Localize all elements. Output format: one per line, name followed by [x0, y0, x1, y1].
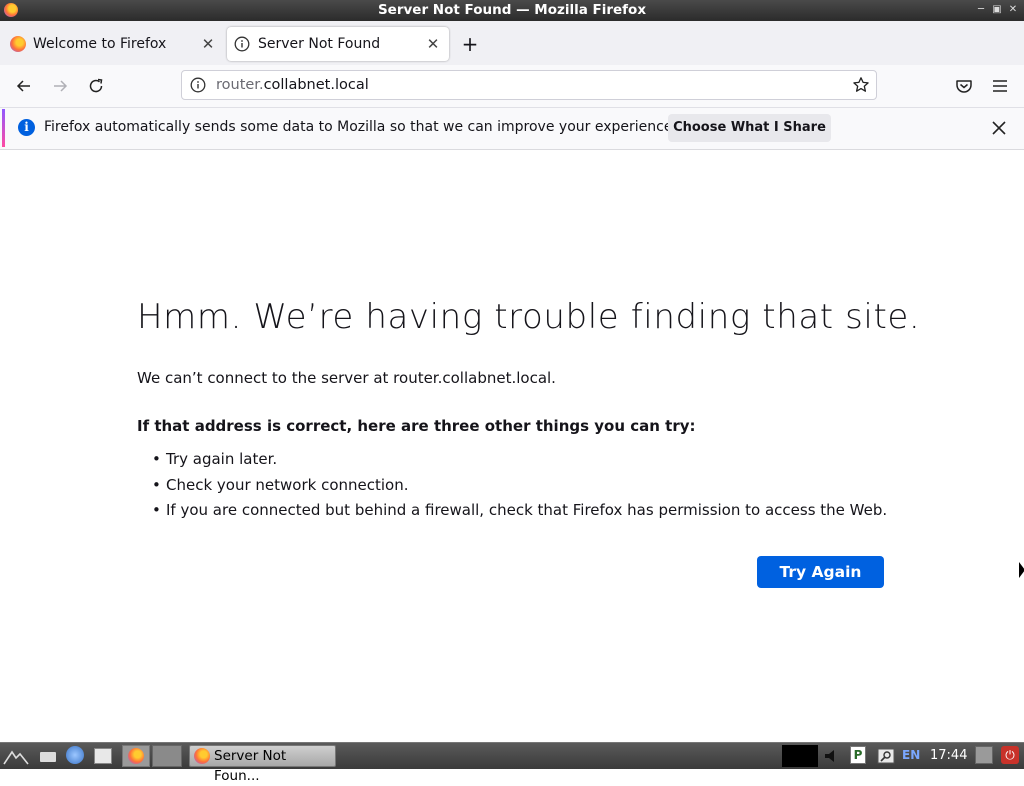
- list-item: If you are connected but behind a firewa…: [152, 498, 887, 524]
- user-session-icon[interactable]: [975, 746, 993, 764]
- url-domain: collabnet.local: [263, 77, 369, 93]
- site-info-icon[interactable]: [190, 77, 206, 93]
- forward-arrow-icon[interactable]: [49, 75, 71, 97]
- clock[interactable]: 17:44: [930, 743, 967, 768]
- error-suggestions-heading: If that address is correct, here are thr…: [137, 417, 696, 435]
- data-collection-notification: i Firefox automatically sends some data …: [0, 108, 1024, 150]
- browser-launcher-icon[interactable]: [66, 746, 84, 764]
- keyboard-layout-indicator[interactable]: EN: [902, 743, 920, 768]
- tab-label: Server Not Found: [258, 36, 381, 52]
- power-icon[interactable]: ⏻: [1001, 746, 1019, 764]
- menu-icon[interactable]: [989, 75, 1011, 97]
- tab-server-not-found[interactable]: Server Not Found ✕: [227, 27, 449, 61]
- close-notification-icon[interactable]: [990, 119, 1008, 137]
- page-content: Hmm. We’re having trouble finding that s…: [0, 150, 1024, 742]
- reload-icon[interactable]: [85, 75, 107, 97]
- info-icon: i: [18, 119, 35, 136]
- firefox-launcher-icon[interactable]: [122, 745, 150, 767]
- taskbar-window-button[interactable]: Server Not Foun...: [189, 745, 336, 784]
- system-monitor-graph: [782, 745, 818, 767]
- list-item: Try again later.: [152, 447, 887, 473]
- list-item: Check your network connection.: [152, 473, 887, 499]
- clipboard-icon[interactable]: P: [850, 746, 866, 764]
- navigation-toolbar: router.collabnet.local: [0, 65, 1024, 108]
- notification-accent: [2, 109, 5, 147]
- tab-welcome[interactable]: Welcome to Firefox ✕: [2, 27, 224, 61]
- show-desktop-icon[interactable]: [94, 748, 112, 764]
- try-again-button[interactable]: Try Again: [757, 556, 884, 588]
- window-title: Server Not Found — Mozilla Firefox: [377, 2, 647, 18]
- close-tab-icon[interactable]: ✕: [425, 27, 441, 61]
- bookmark-star-icon[interactable]: [852, 76, 870, 94]
- url-text[interactable]: router.collabnet.local: [216, 71, 369, 99]
- firefox-icon: [10, 36, 26, 52]
- firefox-icon: [194, 748, 210, 764]
- tab-label: Welcome to Firefox: [33, 36, 167, 52]
- url-prefix: router.: [216, 77, 264, 93]
- task-label: Server Not Foun...: [214, 748, 287, 784]
- choose-what-i-share-button[interactable]: Choose What I Share: [668, 114, 831, 142]
- taskbar: Server Not Foun... P EN 17:44 ⏻: [0, 742, 1024, 784]
- close-tab-icon[interactable]: ✕: [200, 27, 216, 61]
- network-icon[interactable]: [876, 746, 896, 766]
- volume-icon[interactable]: [822, 746, 846, 766]
- firefox-app-icon[interactable]: [4, 3, 18, 17]
- new-tab-button[interactable]: +: [458, 27, 482, 61]
- pocket-icon[interactable]: [953, 75, 975, 97]
- error-description: We can’t connect to the server at router…: [137, 369, 556, 387]
- info-icon: [234, 36, 250, 52]
- mouse-cursor-icon: [1019, 562, 1024, 578]
- url-bar[interactable]: router.collabnet.local: [181, 70, 877, 100]
- error-suggestions-list: Try again later. Check your network conn…: [152, 447, 887, 524]
- close-window-icon[interactable]: ✕: [1005, 2, 1021, 18]
- minimize-icon[interactable]: ─: [973, 2, 989, 18]
- workspace-switcher[interactable]: [152, 745, 182, 767]
- tab-strip: Welcome to Firefox ✕ Server Not Found ✕ …: [0, 21, 1024, 65]
- maximize-icon[interactable]: ▣: [989, 2, 1005, 18]
- back-arrow-icon[interactable]: [13, 75, 35, 97]
- window-titlebar: Server Not Found — Mozilla Firefox ─ ▣ ✕: [0, 0, 1024, 21]
- notification-message: Firefox automatically sends some data to…: [44, 119, 677, 135]
- start-menu-icon[interactable]: [2, 746, 30, 766]
- file-manager-icon[interactable]: [40, 752, 56, 762]
- error-title: Hmm. We’re having trouble finding that s…: [137, 297, 921, 337]
